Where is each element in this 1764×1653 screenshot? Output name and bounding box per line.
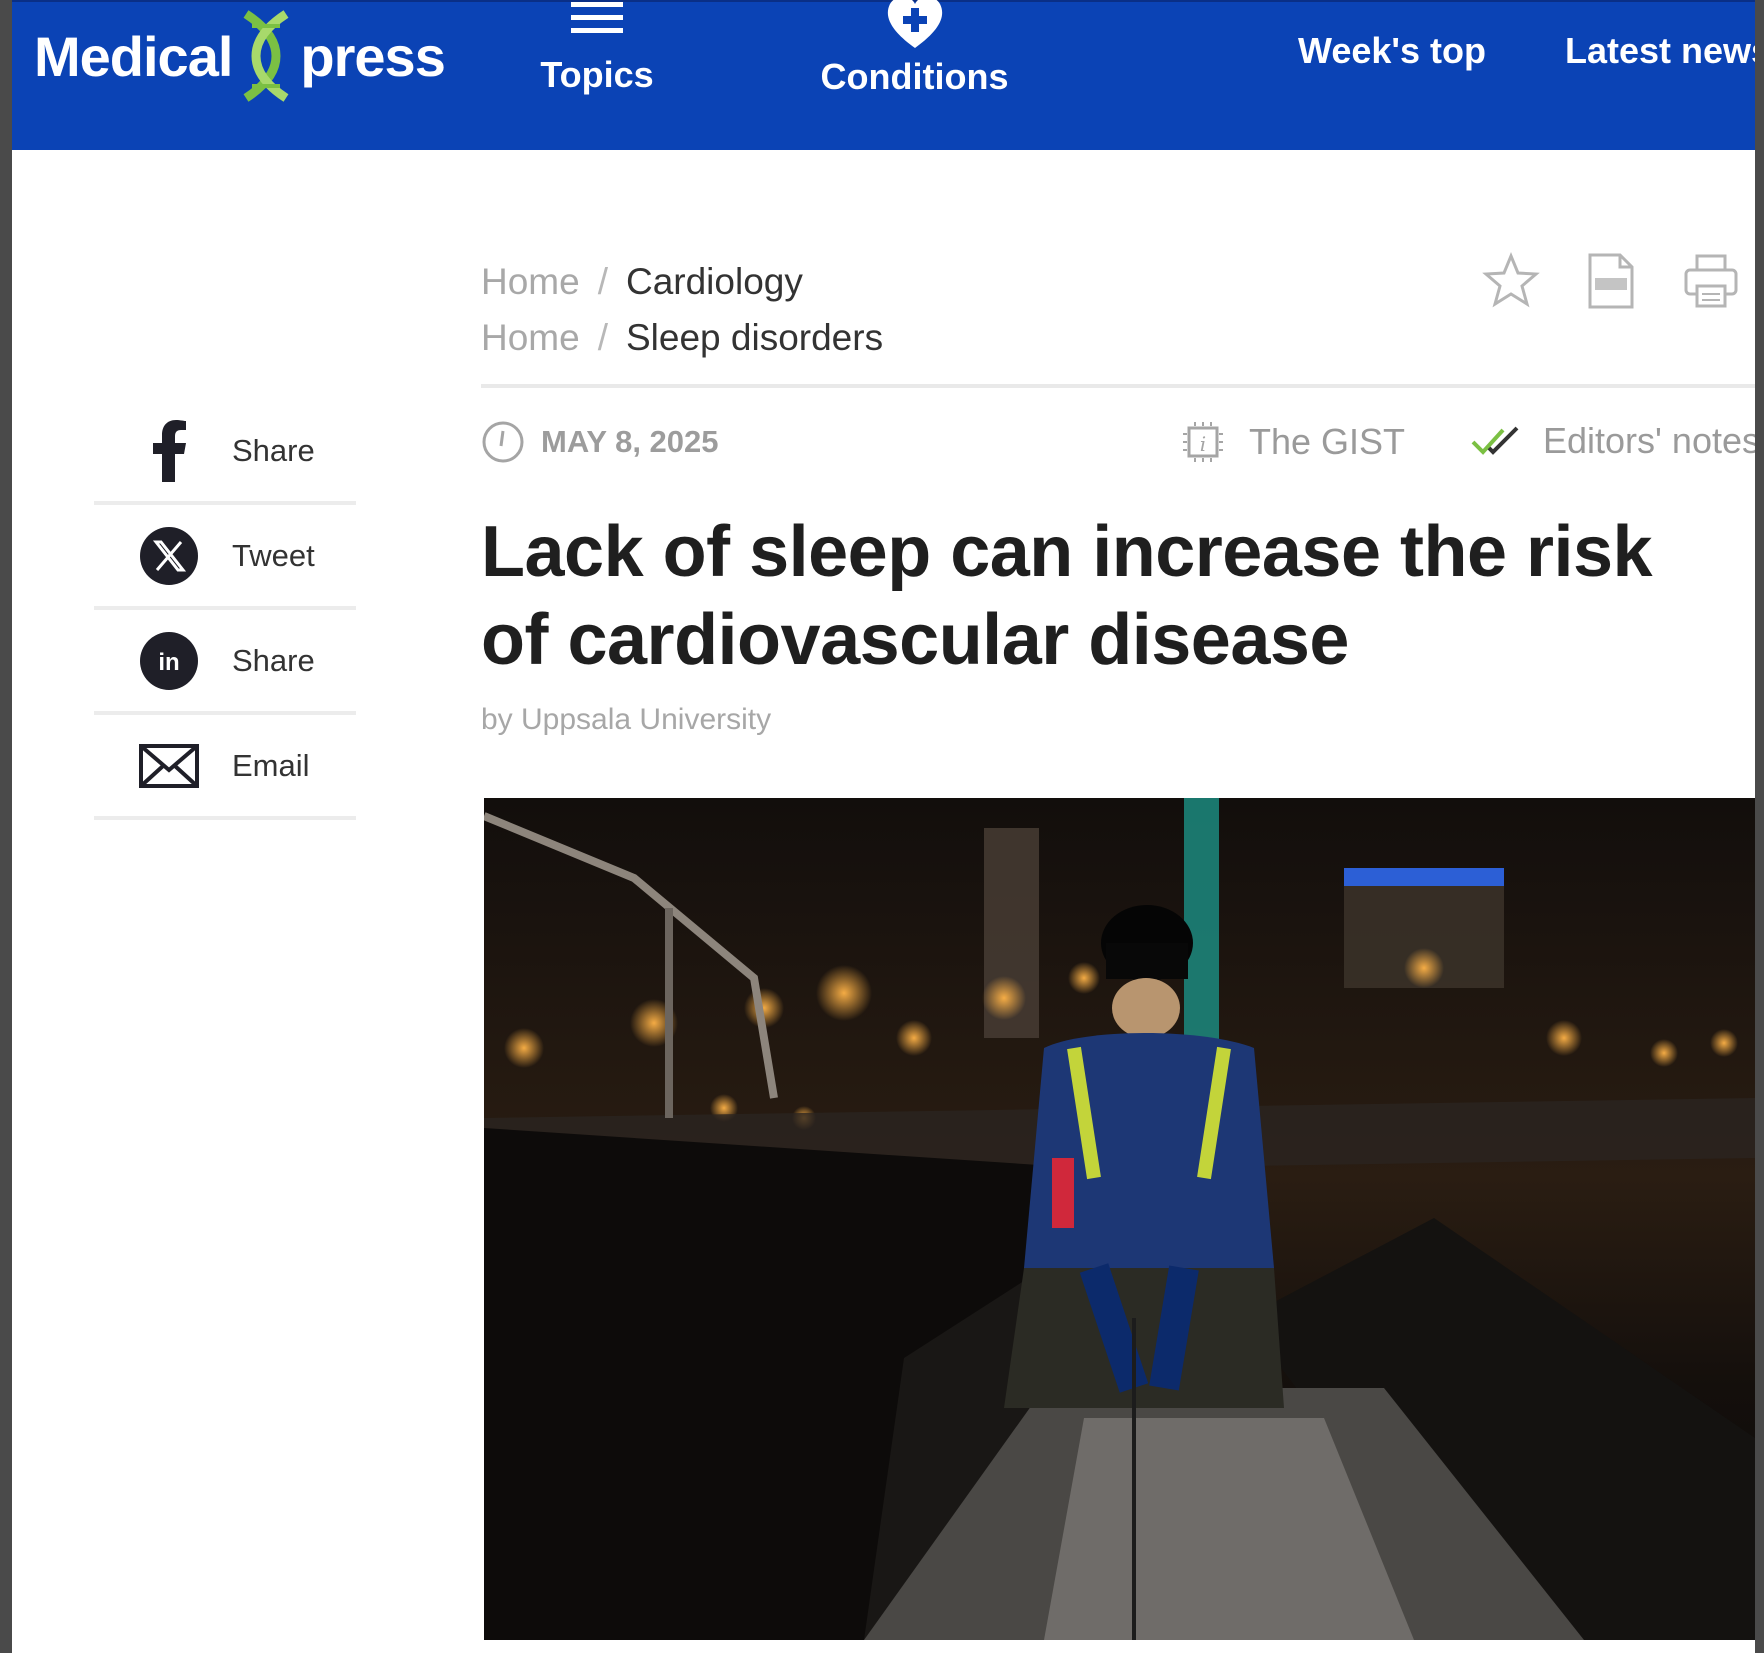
breadcrumb-separator: / <box>597 261 608 302</box>
nav-weeks-top[interactable]: Week's top <box>1298 30 1486 72</box>
site-header: Medical press Topics Conditions Week's t… <box>12 0 1755 150</box>
linkedin-icon: in <box>138 630 200 692</box>
publish-date-text: MAY 8, 2025 <box>541 424 719 459</box>
nav-conditions[interactable]: Conditions <box>802 0 1027 98</box>
publish-date: MAY 8, 2025 <box>481 420 719 464</box>
nav-topics[interactable]: Topics <box>527 2 667 96</box>
breadcrumb-row: Home / Sleep disorders <box>481 310 883 366</box>
heart-plus-icon <box>887 0 942 48</box>
x-icon <box>138 525 200 587</box>
print-icon[interactable] <box>1682 252 1740 310</box>
nav-latest-news[interactable]: Latest news <box>1565 30 1755 72</box>
share-linkedin-label: Share <box>232 642 315 678</box>
article-tools <box>1482 252 1740 310</box>
article-page: Medical press Topics Conditions Week's t… <box>12 0 1755 1653</box>
the-gist-link[interactable]: i The GIST <box>1181 420 1405 464</box>
breadcrumb-row: Home / Cardiology <box>481 254 883 310</box>
article-meta: MAY 8, 2025 i The GIST Editors' notes <box>481 420 1755 472</box>
breadcrumb-home-link[interactable]: Home <box>481 317 580 359</box>
star-icon[interactable] <box>1482 252 1540 310</box>
share-x[interactable]: Tweet <box>94 505 356 610</box>
share-linkedin[interactable]: in Share <box>94 610 356 715</box>
window-frame-right <box>1755 0 1764 1653</box>
pdf-icon[interactable] <box>1586 252 1636 310</box>
breadcrumb-separator: / <box>597 317 608 358</box>
clock-icon <box>482 421 524 463</box>
breadcrumb-category-link[interactable]: Sleep disorders <box>626 317 883 359</box>
nav-conditions-label: Conditions <box>820 56 1009 97</box>
nav-topics-label: Topics <box>540 54 654 95</box>
double-check-icon <box>1471 426 1519 455</box>
menu-icon <box>571 2 623 33</box>
share-x-label: Tweet <box>232 537 315 573</box>
svg-text:in: in <box>158 649 179 676</box>
window-frame-left <box>0 0 12 1653</box>
breadcrumb-home-link[interactable]: Home <box>481 261 580 303</box>
email-icon <box>138 735 200 797</box>
site-logo[interactable]: Medical press <box>34 10 446 102</box>
svg-text:i: i <box>1200 432 1206 456</box>
gist-chip-icon: i <box>1183 422 1223 462</box>
share-facebook[interactable]: Share <box>94 400 356 505</box>
article-title: Lack of sleep can increase the risk of c… <box>481 512 1653 680</box>
the-gist-label: The GIST <box>1249 421 1406 462</box>
editors-notes-link[interactable]: Editors' notes <box>1471 420 1755 462</box>
facebook-icon <box>138 419 200 482</box>
logo-text-medical: Medical <box>34 24 233 88</box>
share-email[interactable]: Email <box>94 715 356 820</box>
share-email-label: Email <box>232 747 310 783</box>
article-byline[interactable]: by Uppsala University <box>481 703 771 737</box>
breadcrumb-divider <box>481 384 1755 388</box>
logo-text-press: press <box>300 24 445 88</box>
editors-notes-label: Editors' notes <box>1543 420 1755 461</box>
breadcrumb: Home / Cardiology Home / Sleep disorders <box>481 254 883 366</box>
share-sidebar: Share Tweet in Share Email <box>94 400 356 820</box>
article-hero-image <box>482 798 1755 1640</box>
dna-icon <box>243 10 289 102</box>
breadcrumb-category-link[interactable]: Cardiology <box>626 261 803 303</box>
share-facebook-label: Share <box>232 432 315 468</box>
